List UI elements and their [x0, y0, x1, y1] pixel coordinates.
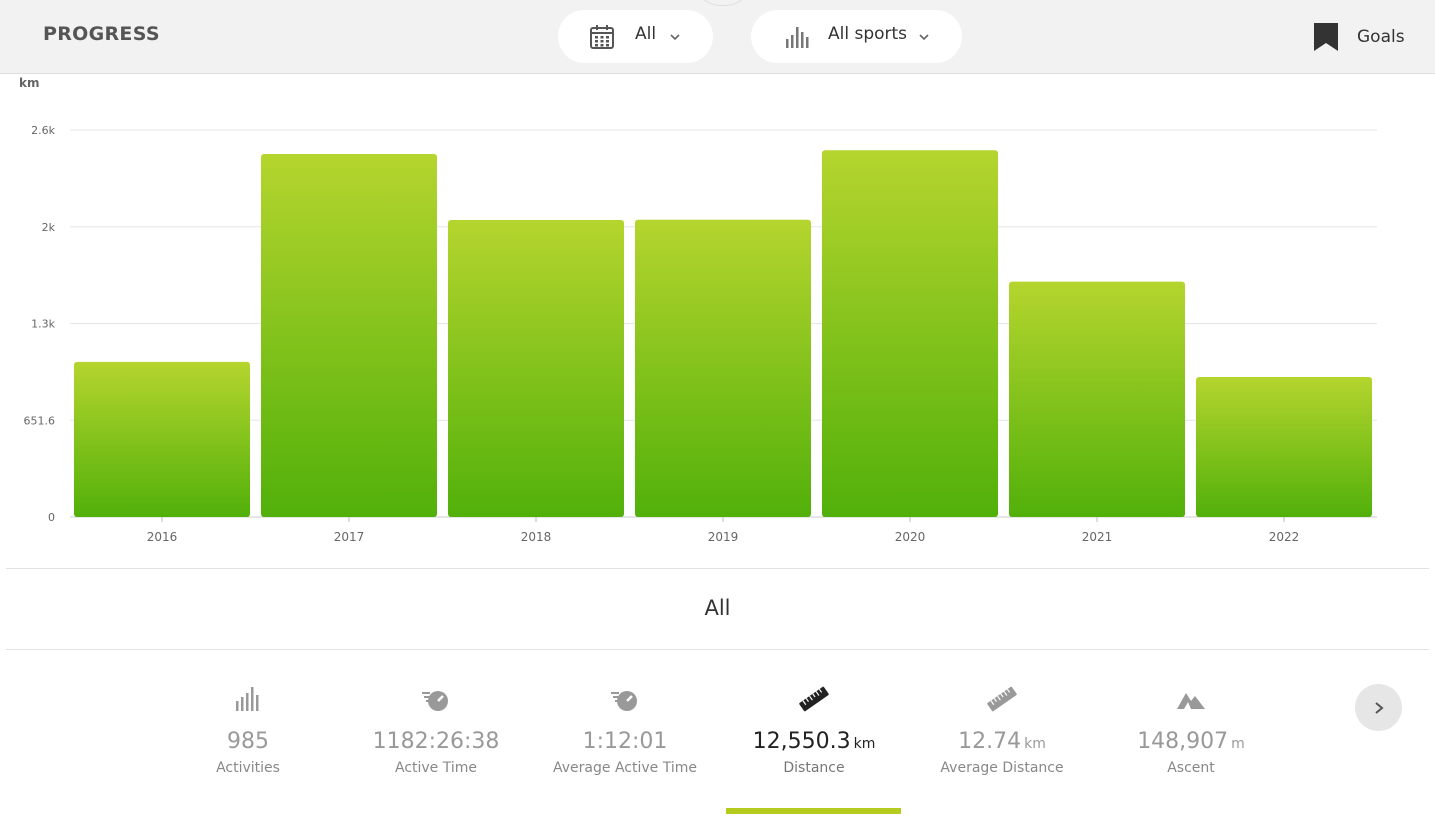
bar-2018[interactable] — [448, 220, 624, 517]
active-stat-indicator — [726, 808, 901, 814]
stat-average-distance[interactable]: 12.74 km Average Distance — [912, 683, 1092, 776]
x-tick-label: 2017 — [334, 530, 365, 544]
stopwatch-icon — [422, 691, 448, 711]
stat-label: Average Distance — [940, 760, 1064, 776]
bar-chart: 2016 2017 2018 2019 2020 2021 2022 0 651.6 1.3k 2… — [24, 124, 1377, 544]
x-tick-label: 2018 — [521, 530, 552, 544]
bar-2019[interactable] — [635, 219, 811, 518]
x-tick-label: 2019 — [708, 530, 739, 544]
pull-handle[interactable] — [693, 0, 753, 6]
stat-distance[interactable]: 12,550.3 km Distance — [724, 683, 904, 776]
bar-2020[interactable] — [822, 150, 998, 518]
stat-value: 12.74 km — [958, 729, 1046, 754]
sport-filter-label: All sports — [828, 24, 908, 44]
chevron-down-icon — [919, 34, 929, 41]
sport-filter-dropdown[interactable]: All sports — [751, 10, 962, 63]
x-tick-label: 2020 — [895, 530, 926, 544]
stat-value: 12,550.3 km — [752, 729, 876, 754]
bar-2021[interactable] — [1009, 281, 1185, 517]
chevron-right-icon — [1374, 701, 1384, 714]
date-filter-label: All — [635, 24, 657, 44]
stat-label: Distance — [783, 760, 845, 776]
period-label: All — [704, 596, 731, 620]
page-title: PROGRESS — [43, 23, 160, 45]
stat-activities[interactable]: 985 Activities — [158, 683, 338, 776]
stat-average-active-time[interactable]: 1:12:01 Average Active Time — [535, 683, 715, 776]
stat-ascent[interactable]: 148,907 m Ascent — [1101, 683, 1281, 776]
y-tick-label: 2k — [42, 221, 56, 234]
goals-button[interactable]: Goals — [1313, 20, 1405, 54]
chevron-down-icon — [670, 34, 680, 41]
stat-value: 1182:26:38 — [372, 729, 500, 754]
bar-2017[interactable] — [261, 153, 437, 517]
stat-value: 148,907 m — [1137, 729, 1245, 754]
y-tick-label: 1.3k — [31, 318, 55, 331]
bar-chart-icon — [786, 27, 809, 48]
bar-2022[interactable] — [1196, 376, 1372, 517]
bookmark-icon — [1314, 23, 1338, 51]
ruler-icon — [987, 686, 1017, 712]
mountain-icon — [1177, 693, 1205, 709]
divider — [6, 649, 1429, 650]
divider — [6, 568, 1429, 569]
bar-2016[interactable] — [74, 361, 250, 517]
bar-chart-icon — [236, 687, 259, 711]
stat-label: Average Active Time — [553, 760, 697, 776]
stat-value: 1:12:01 — [582, 729, 668, 754]
distance-chart: km 2016 2017 2018 2019 2020 2021 2022 0 651.6 1.… — [0, 74, 1435, 568]
ruler-icon — [799, 686, 829, 712]
date-filter-dropdown[interactable]: All — [558, 10, 713, 63]
x-tick-label: 2022 — [1269, 530, 1300, 544]
y-tick-label: 651.6 — [24, 414, 56, 427]
stopwatch-icon — [611, 691, 637, 711]
stat-unit: m — [1231, 736, 1245, 752]
header-bar: PROGRESS All All sports Goals — [0, 0, 1435, 74]
stat-label: Activities — [216, 760, 280, 776]
stat-unit: km — [853, 736, 876, 752]
stat-unit: km — [1024, 736, 1046, 752]
goals-label: Goals — [1357, 27, 1405, 47]
stat-active-time[interactable]: 1182:26:38 Active Time — [346, 683, 526, 776]
y-tick-label: 0 — [48, 511, 55, 524]
stat-value: 985 — [227, 729, 269, 754]
stat-label: Ascent — [1167, 760, 1215, 776]
stat-label: Active Time — [394, 760, 478, 776]
x-tick-label: 2021 — [1082, 530, 1113, 544]
x-tick-label: 2016 — [147, 530, 178, 544]
calendar-icon — [590, 25, 614, 49]
next-stats-button[interactable] — [1355, 684, 1402, 731]
y-tick-label: 2.6k — [31, 124, 55, 137]
